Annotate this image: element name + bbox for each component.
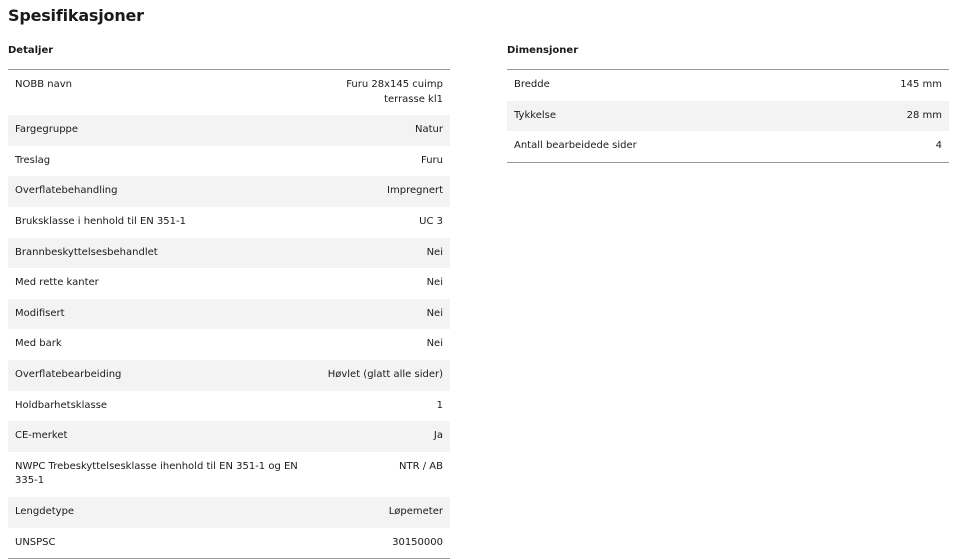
table-row: CE-merket Ja: [8, 421, 450, 452]
row-label: Overflatebehandling: [8, 176, 312, 207]
row-label: NWPC Trebeskyttelsesklasse ihenhold til …: [15, 460, 298, 487]
table-row: NWPC Trebeskyttelsesklasse ihenhold til …: [8, 452, 450, 497]
row-value: Løpemeter: [312, 496, 450, 528]
row-label: Fargegruppe: [8, 115, 312, 146]
details-heading: Detaljer: [8, 44, 450, 70]
table-row: Tykkelse 28 mm: [507, 100, 949, 132]
table-row: Med bark Nei: [8, 329, 450, 360]
details-table: NOBB navn Furu 28x145 cuimp terrasse kl1…: [8, 70, 450, 559]
table-row: Modifisert Nei: [8, 298, 450, 330]
row-label: Brannbeskyttelsesbehandlet: [8, 237, 312, 269]
row-label: Antall bearbeidede sider: [514, 140, 637, 152]
table-row: Antall bearbeidede sider 4: [507, 131, 949, 162]
table-row: Overflatebearbeiding Høvlet (glatt alle …: [8, 359, 450, 391]
row-value: Natur: [312, 115, 450, 146]
dimensions-table: Bredde 145 mm Tykkelse 28 mm Antall bear…: [507, 70, 949, 163]
table-row: Overflatebehandling Impregnert: [8, 176, 450, 207]
table-row: Bruksklasse i henhold til EN 351-1 UC 3: [8, 207, 450, 238]
row-label: Tykkelse: [507, 100, 821, 132]
table-row: Bredde 145 mm: [507, 70, 949, 101]
table-row: Fargegruppe Natur: [8, 115, 450, 146]
row-label: CE-merket: [8, 421, 312, 452]
table-row: Treslag Furu: [8, 146, 450, 177]
row-value: 30150000: [392, 536, 443, 548]
row-value: 28 mm: [821, 100, 949, 132]
row-label: UNSPSC: [15, 536, 56, 548]
row-value: Ja: [312, 421, 450, 452]
dimensions-section: Dimensjoner Bredde 145 mm Tykkelse 28 mm…: [507, 44, 949, 163]
row-value: 4: [935, 140, 942, 152]
row-label: Overflatebearbeiding: [8, 359, 312, 391]
table-row: Lengdetype Løpemeter: [8, 496, 450, 528]
row-value: 1: [436, 399, 443, 411]
row-value: Høvlet (glatt alle sider): [312, 359, 450, 391]
row-value: Furu 28x145 cuimp terrasse kl1: [346, 79, 443, 105]
row-value: NTR / AB: [399, 460, 443, 472]
table-row: UNSPSC 30150000: [8, 528, 450, 559]
row-value: Nei: [312, 237, 450, 269]
row-value: Furu: [421, 154, 443, 166]
table-row: NOBB navn Furu 28x145 cuimp terrasse kl1: [8, 70, 450, 115]
row-label: Modifisert: [8, 298, 312, 330]
row-value: 145 mm: [900, 79, 942, 90]
row-label: NOBB navn: [15, 79, 72, 90]
table-row: Holdbarhetsklasse 1: [8, 391, 450, 422]
row-label: Bredde: [514, 79, 550, 90]
row-value: Nei: [426, 338, 443, 350]
row-label: Treslag: [15, 154, 51, 166]
dimensions-heading: Dimensjoner: [507, 44, 949, 70]
row-label: Bruksklasse i henhold til EN 351-1: [15, 215, 186, 227]
row-label: Lengdetype: [8, 496, 312, 528]
row-label: Holdbarhetsklasse: [15, 399, 108, 411]
row-label: Med rette kanter: [15, 277, 99, 289]
row-value: Nei: [312, 298, 450, 330]
details-section: Detaljer NOBB navn Furu 28x145 cuimp ter…: [8, 44, 450, 559]
row-value: UC 3: [419, 215, 443, 227]
table-row: Med rette kanter Nei: [8, 268, 450, 299]
row-value: Impregnert: [312, 176, 450, 207]
table-row: Brannbeskyttelsesbehandlet Nei: [8, 237, 450, 269]
row-value: Nei: [426, 277, 443, 289]
page-title: Spesifikasjoner: [8, 6, 144, 25]
row-label: Med bark: [15, 338, 62, 350]
